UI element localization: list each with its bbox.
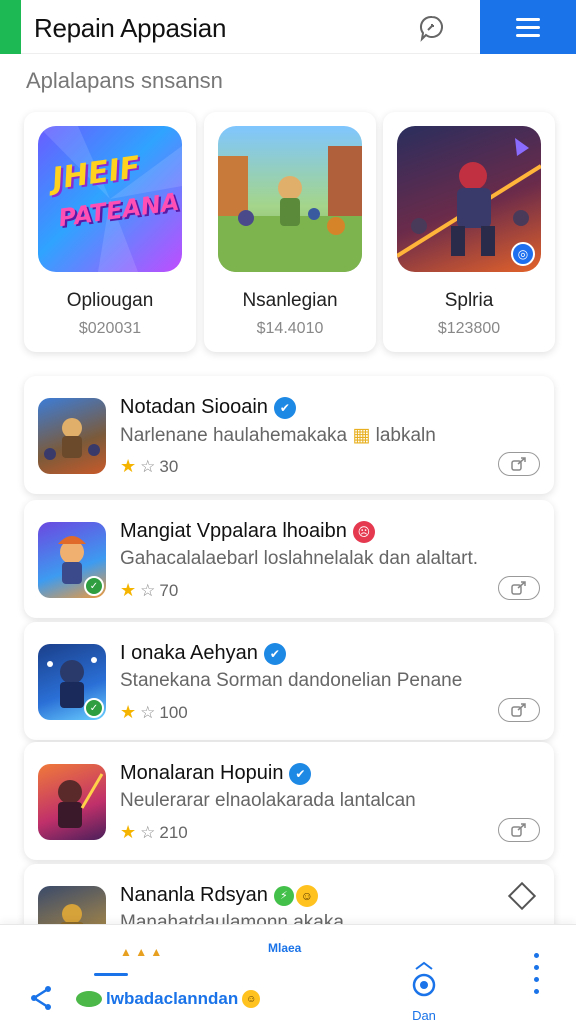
angry-face-emoji-icon: ☹ xyxy=(352,520,375,543)
list-item-title-text: Nananla Rdsyan xyxy=(120,884,268,906)
list-item[interactable]: ✓ Mangiat Vppalara lhoaibn ☹ Gahacalalae… xyxy=(24,500,554,618)
list-item-title: Notadan Siooain ✔ xyxy=(120,396,296,419)
list-item-desc-tail: labkaln xyxy=(375,425,436,446)
nav-item-label: Dan xyxy=(412,1008,436,1023)
star-outline-icon: ☆ xyxy=(140,702,156,722)
open-link-icon xyxy=(511,457,526,471)
featured-price: $123800 xyxy=(437,320,501,337)
list-item-title-text: Monalaran Hopuin xyxy=(120,762,284,784)
star-filled-icon: ★ xyxy=(120,702,137,722)
open-link-button[interactable] xyxy=(498,452,540,476)
open-link-icon xyxy=(511,703,526,717)
hamburger-menu-icon xyxy=(516,18,540,37)
star-filled-icon: ★ xyxy=(120,580,137,600)
rating-value: 210 xyxy=(159,822,188,842)
featured-title: Opliougan xyxy=(66,290,154,311)
list-item[interactable]: ✓ I onaka Aehyan ✔ Stanekana Sorman dand… xyxy=(24,622,554,740)
section-heading: Aplalapans snsansn xyxy=(26,68,223,93)
star-filled-icon: ★ xyxy=(120,456,137,476)
featured-price: $020031 xyxy=(78,320,142,337)
featured-title: Splria xyxy=(444,290,494,311)
app-icon xyxy=(38,398,106,474)
shield-badge-icon: ◎ xyxy=(511,242,535,266)
verified-app-badge-icon: ✓ xyxy=(84,698,104,718)
rating: ★ ☆ 30 xyxy=(120,456,178,477)
verified-app-badge-icon: ✓ xyxy=(84,576,104,596)
list-item[interactable]: Monalaran Hopuin ✔ Neulerarar elnaolakar… xyxy=(24,742,554,860)
rating: ★ ☆ 100 xyxy=(120,702,188,723)
featured-title: Nsanlegian xyxy=(242,290,338,311)
rating-value: 30 xyxy=(159,456,179,476)
app-icon xyxy=(38,764,106,840)
leaf-logo-icon xyxy=(76,991,102,1007)
open-link-button[interactable] xyxy=(498,698,540,722)
list-item-title-text: I onaka Aehyan xyxy=(120,642,258,664)
featured-card[interactable]: ◎ Splria $123800 xyxy=(383,112,555,352)
featured-card[interactable]: JHEIF PATEANA Opliougan $020031 xyxy=(24,112,196,352)
featured-price: $14.4010 xyxy=(256,320,324,337)
app-icon: ✓ xyxy=(38,644,106,720)
rating: ★ ☆ 210 xyxy=(120,822,188,843)
game-controller-icon xyxy=(412,961,436,997)
nav-item-dan[interactable]: Dan xyxy=(402,961,446,1023)
open-link-icon xyxy=(511,823,526,837)
game-thumbnail: JHEIF PATEANA xyxy=(38,126,182,272)
list-item-desc: Narlenane haulahemakaka ▦ labkaln xyxy=(120,424,436,447)
open-link-button[interactable] xyxy=(498,818,540,842)
grid-emoji-icon: ▦ xyxy=(352,425,371,446)
list-item-title: Mangiat Vppalara lhoaibn ☹ xyxy=(120,520,375,543)
game-thumbnail xyxy=(218,126,362,272)
star-outline-icon: ☆ xyxy=(140,580,156,600)
app-title: Repain Appasian xyxy=(34,13,227,43)
bottom-navigation: ▲ ▲ ▲ Mlaea lwbadaclanndan ☺ Dan xyxy=(0,924,576,1024)
smiley-emoji-icon: ☺ xyxy=(242,990,261,1008)
more-vertical-icon[interactable] xyxy=(534,953,539,1001)
rating-value: 100 xyxy=(159,702,188,722)
list-item-title: Nananla Rdsyan ⚡ ☺ xyxy=(120,884,318,907)
rating: ★ ☆ 70 xyxy=(120,580,178,601)
featured-card[interactable]: Nsanlegian $14.4010 xyxy=(204,112,376,352)
star-filled-icon: ★ xyxy=(120,822,137,842)
verified-badge-icon: ✔ xyxy=(263,642,286,665)
share-icon[interactable] xyxy=(30,985,54,1016)
smiley-emoji-icon: ☺ xyxy=(295,884,318,907)
peek-label: Mlaea xyxy=(268,941,302,955)
verified-badge-icon: ✔ xyxy=(289,762,312,785)
star-outline-icon: ☆ xyxy=(140,822,156,842)
list-item-title: I onaka Aehyan ✔ xyxy=(120,642,286,665)
rating-value: 70 xyxy=(159,580,179,600)
peek-decoration: ▲ ▲ ▲ xyxy=(120,945,163,959)
app-header: Repain Appasian xyxy=(0,0,576,54)
header-accent-bar xyxy=(0,0,21,54)
brand-label: lwbadaclanndan xyxy=(106,989,239,1008)
open-link-icon xyxy=(511,581,526,595)
star-outline-icon: ☆ xyxy=(140,456,156,476)
lightning-emoji-icon: ⚡ xyxy=(273,885,294,906)
list-item-desc: Stanekana Sorman dandonelian Penane xyxy=(120,670,463,691)
chat-icon[interactable] xyxy=(418,14,446,42)
menu-button[interactable] xyxy=(480,0,576,54)
active-indicator xyxy=(94,973,128,976)
list-item-desc-text: Narlenane haulahemakaka xyxy=(120,425,348,446)
list-item[interactable]: Notadan Siooain ✔ Narlenane haulahemakak… xyxy=(24,376,554,494)
app-icon: ✓ xyxy=(38,522,106,598)
list-item-title-text: Mangiat Vppalara lhoaibn xyxy=(120,520,347,542)
list-item-title: Monalaran Hopuin ✔ xyxy=(120,762,312,785)
list-item-desc: Gahacalalaebarl loslahnelalak dan alalta… xyxy=(120,548,479,569)
verified-badge-icon: ✔ xyxy=(273,396,296,419)
list-item-title-text: Notadan Siooain xyxy=(120,396,268,418)
diamond-icon[interactable] xyxy=(507,881,537,911)
brand-link[interactable]: lwbadaclanndan ☺ xyxy=(76,989,261,1009)
game-thumbnail: ◎ xyxy=(397,126,541,272)
open-link-button[interactable] xyxy=(498,576,540,600)
list-item-desc: Neulerarar elnaolakarada lantalcan xyxy=(120,790,416,811)
